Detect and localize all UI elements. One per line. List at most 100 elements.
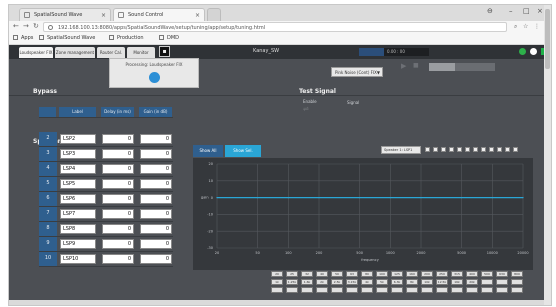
frequency-band-button[interactable]: 20k xyxy=(466,279,478,285)
table-row[interactable]: 7 LSP7 0 0 xyxy=(39,207,173,222)
frequency-band-button[interactable] xyxy=(511,287,523,293)
frequency-band-button[interactable] xyxy=(436,287,448,293)
frequency-band-button[interactable] xyxy=(271,287,283,293)
label-input[interactable]: LSP10 xyxy=(60,254,96,264)
frequency-band-button[interactable]: 100 xyxy=(376,271,388,277)
frequency-band-button[interactable]: 20 xyxy=(271,271,283,277)
channel-checkbox-8[interactable] xyxy=(481,147,486,152)
channel-checkbox-6[interactable] xyxy=(465,147,470,152)
frequency-band-button[interactable]: 50 xyxy=(331,271,343,277)
frequency-band-button[interactable]: 400 xyxy=(466,271,478,277)
gain-input[interactable]: 0 xyxy=(140,254,172,264)
bookmark-dmd[interactable]: DMD xyxy=(159,35,179,41)
frequency-band-button[interactable]: 125 xyxy=(391,271,403,277)
frequency-band-button[interactable]: 8k xyxy=(406,279,418,285)
delay-input[interactable]: 0 xyxy=(102,194,134,204)
frequency-band-button[interactable] xyxy=(481,287,493,293)
frequency-band-button[interactable]: 4k xyxy=(361,279,373,285)
frequency-band-button[interactable]: 1.25k xyxy=(286,279,298,285)
delay-input[interactable]: 0 xyxy=(102,254,134,264)
label-input[interactable]: LSP6 xyxy=(60,194,96,204)
bookmark-production[interactable]: Production xyxy=(109,35,144,41)
frequency-band-button[interactable] xyxy=(346,287,358,293)
frequency-band-button[interactable] xyxy=(331,287,343,293)
play-icon[interactable]: ▶ xyxy=(401,62,406,70)
channel-checkbox-11[interactable] xyxy=(505,147,510,152)
frequency-band-button[interactable]: 160 xyxy=(406,271,418,277)
vertical-scrollbar[interactable] xyxy=(544,5,551,305)
test-signal-level-slider[interactable] xyxy=(429,63,495,71)
frequency-band-button[interactable] xyxy=(406,287,418,293)
frequency-band-button[interactable] xyxy=(481,279,493,285)
gain-input[interactable]: 0 xyxy=(140,179,172,189)
channel-checkbox-9[interactable] xyxy=(489,147,494,152)
gain-input[interactable]: 0 xyxy=(140,194,172,204)
delay-input[interactable]: 0 xyxy=(102,164,134,174)
frequency-band-button[interactable]: 315 xyxy=(451,271,463,277)
menu-icon[interactable]: ⋮ xyxy=(534,23,540,30)
save-icon[interactable]: ▪ xyxy=(159,46,170,57)
frequency-band-button[interactable]: 500 xyxy=(481,271,493,277)
settings-icon[interactable] xyxy=(530,48,537,55)
url-input[interactable]: 192.168.100.13:8080/apps/SpatialSoundWav… xyxy=(43,22,507,32)
frequency-band-button[interactable]: 5k xyxy=(376,279,388,285)
table-row[interactable]: 4 LSP4 0 0 xyxy=(39,162,173,177)
frequency-band-button[interactable]: 25 xyxy=(286,271,298,277)
label-input[interactable]: LSP3 xyxy=(60,149,96,159)
frequency-band-button[interactable]: 63 xyxy=(346,271,358,277)
close-tab-icon[interactable]: × xyxy=(101,9,106,21)
speaker-select[interactable]: Speaker 1: LSP1 xyxy=(381,146,421,154)
gain-input[interactable]: 0 xyxy=(140,239,172,249)
frequency-band-button[interactable]: 2.5k xyxy=(331,279,343,285)
frequency-band-button[interactable]: 80 xyxy=(361,271,373,277)
horizontal-scrollbar[interactable] xyxy=(9,300,544,305)
label-input[interactable]: LSP2 xyxy=(60,134,96,144)
delay-input[interactable]: 0 xyxy=(102,134,134,144)
stop-icon[interactable]: ■ xyxy=(413,62,419,69)
frequency-band-button[interactable]: 10k xyxy=(421,279,433,285)
frequency-band-button[interactable]: 32 xyxy=(301,271,313,277)
frequency-band-button[interactable] xyxy=(496,287,508,293)
frequency-band-button[interactable]: 250 xyxy=(436,271,448,277)
close-window-icon[interactable]: × xyxy=(537,7,543,15)
forward-icon[interactable]: → xyxy=(23,22,29,30)
frequency-band-button[interactable] xyxy=(361,287,373,293)
frequency-band-button[interactable]: 3.15k xyxy=(346,279,358,285)
frequency-band-button[interactable]: 16k xyxy=(451,279,463,285)
channel-checkbox-5[interactable] xyxy=(457,147,462,152)
frequency-band-button[interactable] xyxy=(391,287,403,293)
channel-checkbox-2[interactable] xyxy=(433,147,438,152)
back-icon[interactable]: ← xyxy=(13,22,19,30)
bookmark-star-icon[interactable]: ☆ xyxy=(523,23,528,30)
show-selected-button[interactable]: Show Sel. xyxy=(225,145,261,157)
frequency-band-button[interactable] xyxy=(286,287,298,293)
channel-checkbox-10[interactable] xyxy=(497,147,502,152)
bypass-button[interactable]: Processing: Loudspeaker FIX xyxy=(109,58,199,88)
frequency-band-button[interactable] xyxy=(316,287,328,293)
frequency-band-button[interactable] xyxy=(376,287,388,293)
gain-input[interactable]: 0 xyxy=(140,149,172,159)
table-row[interactable]: 6 LSP6 0 0 xyxy=(39,192,173,207)
browser-tab-spatialsound[interactable]: SpatialSound Wave × xyxy=(19,8,111,21)
delay-input[interactable]: 0 xyxy=(102,179,134,189)
frequency-band-button[interactable]: 800 xyxy=(511,271,523,277)
frequency-band-button[interactable] xyxy=(466,287,478,293)
gain-input[interactable]: 0 xyxy=(140,224,172,234)
maximize-icon[interactable]: □ xyxy=(523,7,530,15)
delay-input[interactable]: 0 xyxy=(102,209,134,219)
label-input[interactable]: LSP8 xyxy=(60,224,96,234)
frequency-band-button[interactable] xyxy=(301,287,313,293)
frequency-band-button[interactable]: 630 xyxy=(496,271,508,277)
gain-input[interactable]: 0 xyxy=(140,209,172,219)
tab-monitor[interactable]: Monitor xyxy=(127,47,155,58)
gain-input[interactable]: 0 xyxy=(140,134,172,144)
frequency-band-button[interactable]: 6.3k xyxy=(391,279,403,285)
channel-checkbox-7[interactable] xyxy=(473,147,478,152)
table-row[interactable]: 9 LSP9 0 0 xyxy=(39,237,173,252)
label-input[interactable]: LSP7 xyxy=(60,209,96,219)
frequency-band-button[interactable] xyxy=(451,287,463,293)
gain-input[interactable]: 0 xyxy=(140,164,172,174)
frequency-band-button[interactable]: 200 xyxy=(421,271,433,277)
label-input[interactable]: LSP4 xyxy=(60,164,96,174)
bookmark-apps[interactable]: Apps xyxy=(13,35,33,41)
